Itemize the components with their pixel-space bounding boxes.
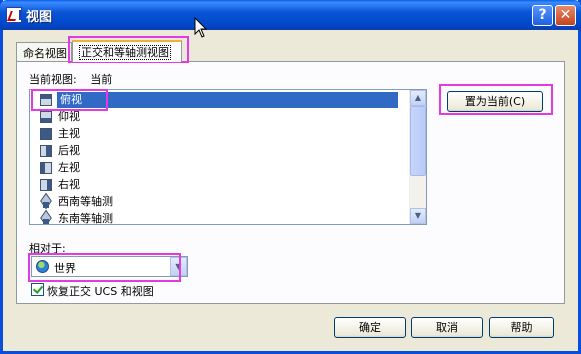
list-item-label: 后视 — [58, 144, 80, 157]
views-list[interactable]: 俯视 仰视 主视 后视 左视 右视 西南等轴测 东南等轴测 ▲ ▼ — [29, 89, 427, 225]
list-item-label: 左视 — [58, 161, 80, 174]
relative-to-label: 相对于: — [29, 242, 66, 255]
list-item-label: 右视 — [58, 178, 80, 191]
help-title-button[interactable]: ? — [532, 5, 553, 26]
list-item-bottom[interactable]: 仰视 — [30, 109, 412, 125]
back-view-cube-icon — [40, 145, 52, 157]
ok-button[interactable]: 确定 — [334, 317, 406, 338]
list-item-front[interactable]: 主视 — [30, 126, 412, 142]
tab-ortho-label: 正交和等轴测视图 — [79, 45, 171, 60]
title-bar[interactable]: 视图 ? ✕ — [0, 0, 581, 30]
globe-icon — [36, 260, 49, 273]
set-current-button[interactable]: 置为当前(C) — [447, 91, 543, 112]
list-item-label: 仰视 — [58, 110, 80, 123]
bottom-view-cube-icon — [40, 111, 52, 123]
list-item-back[interactable]: 后视 — [30, 143, 412, 159]
help-button[interactable]: 帮助 — [489, 317, 554, 338]
mouse-cursor-icon — [194, 17, 208, 38]
close-button[interactable]: ✕ — [555, 5, 576, 26]
restore-ucs-checkbox[interactable] — [31, 283, 44, 296]
list-item-top[interactable]: 俯视 — [30, 92, 412, 108]
top-view-cube-icon — [40, 94, 52, 106]
list-item-label: 西南等轴测 — [58, 195, 113, 208]
scroll-down-icon[interactable]: ▼ — [410, 208, 426, 224]
chevron-down-icon[interactable]: ▼ — [170, 257, 187, 276]
autocad-app-icon — [6, 7, 22, 23]
tab-named-views[interactable]: 命名视图 — [16, 42, 72, 61]
scroll-thumb[interactable] — [410, 106, 426, 176]
tab-orthographic-isometric[interactable]: 正交和等轴测视图 — [72, 40, 182, 62]
list-item-sw-iso[interactable]: 西南等轴测 — [30, 194, 412, 210]
right-view-cube-icon — [40, 179, 52, 191]
list-item-left[interactable]: 左视 — [30, 160, 412, 176]
list-scrollbar[interactable]: ▲ ▼ — [409, 90, 426, 224]
window-title: 视图 — [26, 10, 53, 25]
sw-isometric-icon — [40, 195, 52, 209]
scroll-up-icon[interactable]: ▲ — [410, 90, 426, 106]
current-view-label: 当前视图: — [29, 73, 77, 86]
list-item-label: 东南等轴测 — [58, 212, 113, 225]
left-view-cube-icon — [40, 162, 52, 174]
current-view-row: 当前视图: 当前 — [29, 71, 122, 87]
cancel-button[interactable]: 取消 — [411, 317, 483, 338]
front-view-cube-icon — [40, 128, 52, 140]
list-item-se-iso[interactable]: 东南等轴测 — [30, 211, 412, 225]
restore-ucs-label: 恢复正交 UCS 和视图 — [47, 285, 154, 298]
relative-to-select[interactable]: 世界 ▼ — [31, 256, 188, 277]
se-isometric-icon — [40, 212, 52, 224]
current-view-value: 当前 — [90, 73, 113, 86]
relative-to-value: 世界 — [54, 262, 76, 275]
tab-named-views-label: 命名视图 — [23, 47, 67, 60]
list-item-label: 主视 — [58, 127, 80, 140]
list-item-label: 俯视 — [58, 93, 84, 106]
list-item-right[interactable]: 右视 — [30, 177, 412, 193]
